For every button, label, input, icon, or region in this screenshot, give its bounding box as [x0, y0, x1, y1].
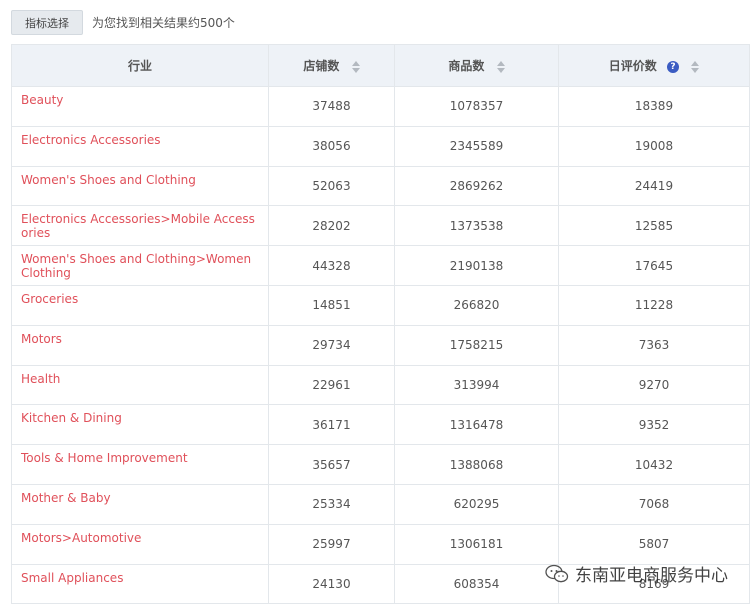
product-count: 2869262	[394, 165, 559, 207]
shop-count: 37488	[268, 86, 395, 127]
metric-select-button[interactable]: 指标选择	[11, 10, 83, 35]
industry-link[interactable]: Women's Shoes and Clothing	[11, 165, 269, 207]
product-count: 313994	[394, 364, 559, 406]
industry-link[interactable]: Small Appliances	[11, 563, 269, 605]
industry-link[interactable]: Electronics Accessories>Mobile Accessori…	[11, 205, 269, 247]
result-count-text: 为您找到相关结果约500个	[92, 16, 235, 30]
help-icon[interactable]: ?	[667, 60, 679, 73]
product-count: 620295	[394, 483, 559, 525]
shop-count: 22961	[268, 364, 395, 406]
watermark-text: 东南亚电商服务中心	[575, 566, 728, 586]
product-count: 1758215	[394, 324, 559, 366]
industry-link[interactable]: Beauty	[11, 86, 269, 127]
shop-count: 29734	[268, 324, 395, 366]
table-header-row: 行业 店铺数 商品数 日评价数 ?	[11, 44, 750, 87]
industry-link[interactable]: Tools & Home Improvement	[11, 444, 269, 485]
table-row: Electronics Accessories 38056 2345589 19008	[11, 125, 750, 167]
daily-review-count: 7068	[558, 483, 750, 525]
sort-icon[interactable]	[496, 60, 505, 73]
product-count: 266820	[394, 284, 559, 326]
product-count: 2190138	[394, 245, 559, 286]
sort-icon[interactable]	[351, 60, 360, 73]
header-industry: 行业	[11, 44, 269, 87]
daily-review-count: 18389	[558, 86, 750, 127]
industry-link[interactable]: Health	[11, 364, 269, 406]
industry-link[interactable]: Groceries	[11, 284, 269, 326]
watermark: 东南亚电商服务中心	[545, 561, 728, 586]
shop-count: 28202	[268, 205, 395, 247]
industry-link[interactable]: Women's Shoes and Clothing>Women Clothin…	[11, 245, 269, 286]
shop-count: 25334	[268, 483, 395, 525]
shop-count: 38056	[268, 125, 395, 167]
product-count: 1078357	[394, 86, 559, 127]
daily-review-count: 9270	[558, 364, 750, 406]
wechat-icon	[545, 564, 569, 582]
product-count: 1316478	[394, 404, 559, 446]
table-row: Motors>Automotive 25997 1306181 5807	[11, 523, 750, 565]
shop-count: 52063	[268, 165, 395, 207]
table-row: Motors 29734 1758215 7363	[11, 324, 750, 366]
product-count: 1306181	[394, 523, 559, 565]
daily-review-count: 24419	[558, 165, 750, 207]
shop-count: 14851	[268, 284, 395, 326]
daily-review-count: 7363	[558, 324, 750, 366]
daily-review-count: 17645	[558, 245, 750, 286]
table-row: Tools & Home Improvement 35657 1388068 1043…	[11, 444, 750, 485]
industry-link[interactable]: Kitchen & Dining	[11, 404, 269, 446]
industry-link[interactable]: Motors	[11, 324, 269, 366]
daily-review-count: 5807	[558, 523, 750, 565]
product-count: 1388068	[394, 444, 559, 485]
industry-table: 行业 店铺数 商品数 日评价数 ? Beauty 37488 1078357 1838…	[11, 44, 750, 605]
table-row: Kitchen & Dining 36171 1316478 9352	[11, 404, 750, 446]
shop-count: 36171	[268, 404, 395, 446]
shop-count: 25997	[268, 523, 395, 565]
shop-count: 35657	[268, 444, 395, 485]
sort-icon[interactable]	[691, 60, 700, 73]
header-products[interactable]: 商品数	[394, 44, 559, 87]
product-count: 608354	[394, 563, 559, 605]
table-row: Groceries 14851 266820 11228	[11, 284, 750, 326]
table-row: Women's Shoes and Clothing>Women Clothin…	[11, 245, 750, 286]
header-reviews[interactable]: 日评价数 ?	[558, 44, 750, 87]
daily-review-count: 12585	[558, 205, 750, 247]
header-shops[interactable]: 店铺数	[268, 44, 395, 87]
product-count: 2345589	[394, 125, 559, 167]
daily-review-count: 11228	[558, 284, 750, 326]
industry-link[interactable]: Motors>Automotive	[11, 523, 269, 565]
shop-count: 44328	[268, 245, 395, 286]
daily-review-count: 10432	[558, 444, 750, 485]
table-row: Mother & Baby 25334 620295 7068	[11, 483, 750, 525]
table-row: Women's Shoes and Clothing 52063 2869262 24…	[11, 165, 750, 207]
table-row: Health 22961 313994 9270	[11, 364, 750, 406]
product-count: 1373538	[394, 205, 559, 247]
shop-count: 24130	[268, 563, 395, 605]
industry-link[interactable]: Mother & Baby	[11, 483, 269, 525]
daily-review-count: 19008	[558, 125, 750, 167]
toolbar: 指标选择 为您找到相关结果约500个	[11, 10, 235, 35]
industry-link[interactable]: Electronics Accessories	[11, 125, 269, 167]
daily-review-count: 9352	[558, 404, 750, 446]
table-row: Beauty 37488 1078357 18389	[11, 86, 750, 127]
table-row: Electronics Accessories>Mobile Accessori…	[11, 205, 750, 247]
